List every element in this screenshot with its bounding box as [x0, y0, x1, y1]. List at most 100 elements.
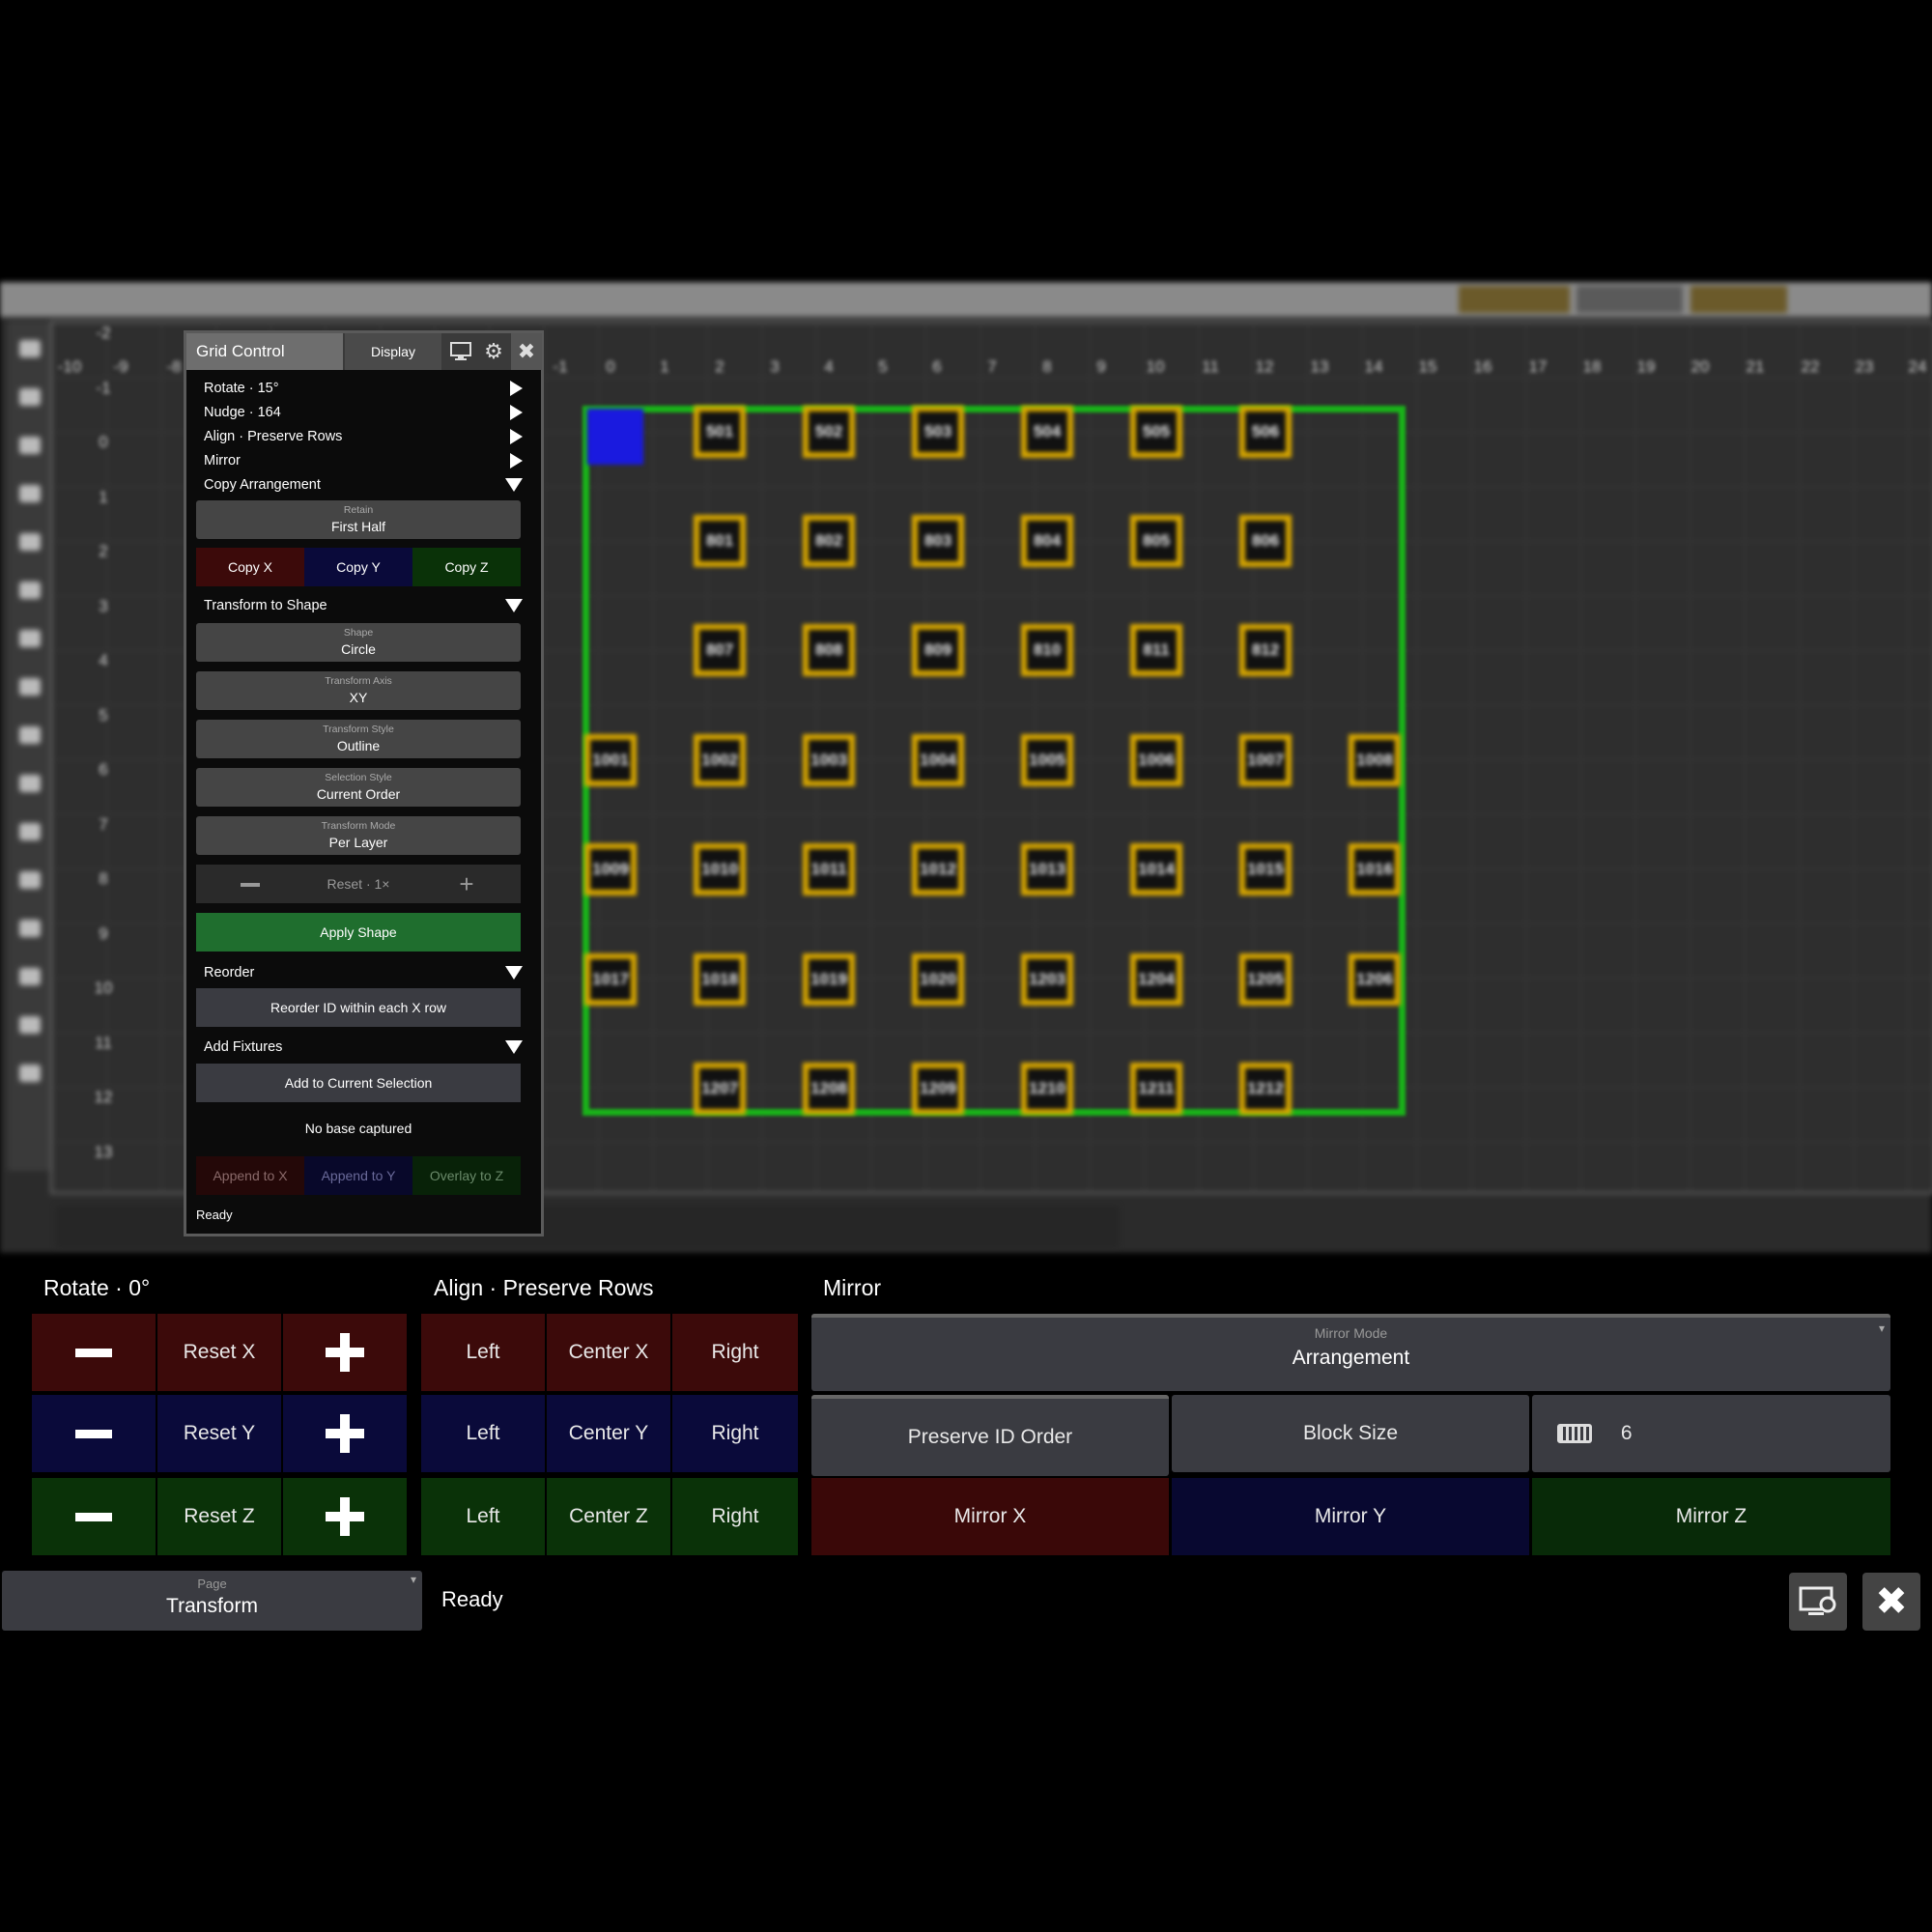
fixture-1001[interactable]: 1001	[584, 734, 637, 786]
append-y-button[interactable]: Append to Y	[304, 1156, 412, 1195]
fixture-1205[interactable]: 1205	[1239, 953, 1292, 1006]
gear-icon[interactable]: ⚙	[478, 333, 509, 370]
align-row[interactable]: Align · Preserve Rows	[204, 425, 523, 448]
reset-y-button[interactable]: Reset Y	[157, 1395, 281, 1472]
fixture-801[interactable]: 801	[694, 515, 746, 567]
block-size-button[interactable]: Block Size	[1172, 1395, 1529, 1472]
reorder-button[interactable]: Reorder ID within each X row	[196, 988, 521, 1027]
fixture-1207[interactable]: 1207	[694, 1063, 746, 1115]
fixture-502[interactable]: 502	[803, 406, 855, 458]
align-y-right-button[interactable]: Right	[672, 1395, 798, 1472]
close-icon[interactable]: ✖	[1862, 1573, 1920, 1631]
align-y-left-button[interactable]: Left	[421, 1395, 545, 1472]
selection-style-dropdown[interactable]: Selection Style Current Order	[196, 768, 521, 807]
rotate-z-plus-button[interactable]	[283, 1478, 407, 1555]
center-x-button[interactable]: Center X	[547, 1314, 670, 1391]
fixture-1210[interactable]: 1210	[1021, 1063, 1073, 1115]
transform-style-dropdown[interactable]: Transform Style Outline	[196, 720, 521, 758]
append-x-button[interactable]: Append to X	[196, 1156, 304, 1195]
fixture-1020[interactable]: 1020	[912, 953, 964, 1006]
reorder-row[interactable]: Reorder	[204, 961, 523, 984]
fixture-1002[interactable]: 1002	[694, 734, 746, 786]
fixture-1003[interactable]: 1003	[803, 734, 855, 786]
fixture-504[interactable]: 504	[1021, 406, 1073, 458]
align-x-right-button[interactable]: Right	[672, 1314, 798, 1391]
align-z-left-button[interactable]: Left	[421, 1478, 545, 1555]
close-icon[interactable]: ✖	[511, 333, 542, 370]
fixture-805[interactable]: 805	[1130, 515, 1182, 567]
fixture-1016[interactable]: 1016	[1349, 843, 1401, 895]
fixture-802[interactable]: 802	[803, 515, 855, 567]
reset-x-button[interactable]: Reset X	[157, 1314, 281, 1391]
fixture-1014[interactable]: 1014	[1130, 843, 1182, 895]
add-fixtures-row[interactable]: Add Fixtures	[204, 1036, 523, 1059]
fixture-808[interactable]: 808	[803, 624, 855, 676]
add-to-selection-button[interactable]: Add to Current Selection	[196, 1064, 521, 1102]
copy-arrangement-row[interactable]: Copy Arrangement	[204, 473, 523, 497]
fixture-1211[interactable]: 1211	[1130, 1063, 1182, 1115]
transform-axis-dropdown[interactable]: Transform Axis XY	[196, 671, 521, 710]
reset-z-button[interactable]: Reset Z	[157, 1478, 281, 1555]
align-x-left-button[interactable]: Left	[421, 1314, 545, 1391]
page-dropdown[interactable]: Page Transform ▾	[2, 1571, 422, 1631]
display-tab[interactable]: Display	[345, 333, 441, 370]
shape-reset-button[interactable]: Reset · 1×	[304, 865, 412, 903]
fixture-1019[interactable]: 1019	[803, 953, 855, 1006]
fixture-1012[interactable]: 1012	[912, 843, 964, 895]
fixture-1015[interactable]: 1015	[1239, 843, 1292, 895]
mirror-row[interactable]: Mirror	[204, 449, 523, 472]
fixture-505[interactable]: 505	[1130, 406, 1182, 458]
fixture-1212[interactable]: 1212	[1239, 1063, 1292, 1115]
fixture-1005[interactable]: 1005	[1021, 734, 1073, 786]
fixture-1209[interactable]: 1209	[912, 1063, 964, 1115]
fixture-1206[interactable]: 1206	[1349, 953, 1401, 1006]
apply-shape-button[interactable]: Apply Shape	[196, 913, 521, 952]
fixture-1017[interactable]: 1017	[584, 953, 637, 1006]
fixture-1203[interactable]: 1203	[1021, 953, 1073, 1006]
fixture-1018[interactable]: 1018	[694, 953, 746, 1006]
block-size-input[interactable]: 6	[1532, 1395, 1890, 1472]
display-settings-icon[interactable]	[1789, 1573, 1847, 1631]
fixture-1011[interactable]: 1011	[803, 843, 855, 895]
shape-dropdown[interactable]: Shape Circle	[196, 623, 521, 662]
fixture-811[interactable]: 811	[1130, 624, 1182, 676]
rotate-y-plus-button[interactable]	[283, 1395, 407, 1472]
fixture-1009[interactable]: 1009	[584, 843, 637, 895]
fixture-1006[interactable]: 1006	[1130, 734, 1182, 786]
fixture-1004[interactable]: 1004	[912, 734, 964, 786]
panel-title[interactable]: Grid Control	[186, 333, 343, 370]
fixture-809[interactable]: 809	[912, 624, 964, 676]
copy-x-button[interactable]: Copy X	[196, 548, 304, 586]
fixture-804[interactable]: 804	[1021, 515, 1073, 567]
preserve-id-order-button[interactable]: Preserve ID Order	[811, 1395, 1169, 1476]
mirror-y-button[interactable]: Mirror Y	[1172, 1478, 1529, 1555]
fixture-1013[interactable]: 1013	[1021, 843, 1073, 895]
retain-dropdown[interactable]: Retain First Half	[196, 500, 521, 539]
overlay-z-button[interactable]: Overlay to Z	[412, 1156, 521, 1195]
fixture-807[interactable]: 807	[694, 624, 746, 676]
fixture-1010[interactable]: 1010	[694, 843, 746, 895]
copy-z-button[interactable]: Copy Z	[412, 548, 521, 586]
copy-y-button[interactable]: Copy Y	[304, 548, 412, 586]
monitor-icon[interactable]	[445, 333, 476, 370]
transform-mode-dropdown[interactable]: Transform Mode Per Layer	[196, 816, 521, 855]
rotate-x-plus-button[interactable]	[283, 1314, 407, 1391]
rotate-z-minus-button[interactable]	[32, 1478, 156, 1555]
align-z-right-button[interactable]: Right	[672, 1478, 798, 1555]
rotate-y-minus-button[interactable]	[32, 1395, 156, 1472]
fixture-803[interactable]: 803	[912, 515, 964, 567]
fixture-506[interactable]: 506	[1239, 406, 1292, 458]
mirror-x-button[interactable]: Mirror X	[811, 1478, 1169, 1555]
fixture-501[interactable]: 501	[694, 406, 746, 458]
fixture-806[interactable]: 806	[1239, 515, 1292, 567]
shape-plus-button[interactable]: +	[412, 865, 521, 903]
fixture-810[interactable]: 810	[1021, 624, 1073, 676]
fixture-1208[interactable]: 1208	[803, 1063, 855, 1115]
mirror-mode-dropdown[interactable]: Mirror Mode Arrangement ▾	[811, 1314, 1890, 1391]
fixture-503[interactable]: 503	[912, 406, 964, 458]
nudge-row[interactable]: Nudge · 164	[204, 401, 523, 424]
fixture-1204[interactable]: 1204	[1130, 953, 1182, 1006]
center-z-button[interactable]: Center Z	[547, 1478, 670, 1555]
mirror-z-button[interactable]: Mirror Z	[1532, 1478, 1890, 1555]
transform-to-shape-row[interactable]: Transform to Shape	[204, 594, 523, 617]
